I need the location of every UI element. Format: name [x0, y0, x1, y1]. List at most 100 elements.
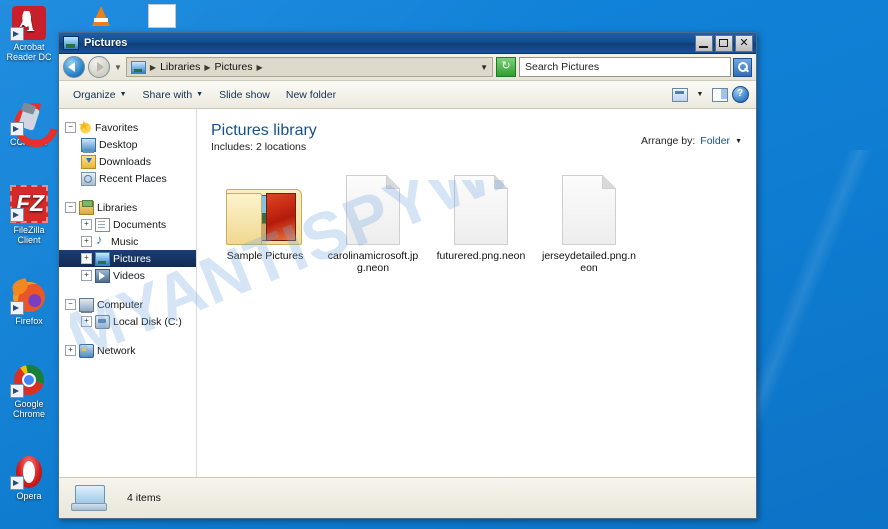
tree-group-favorites[interactable]: − Favorites	[59, 119, 196, 136]
forward-button[interactable]	[88, 56, 110, 78]
breadcrumb-root-icon[interactable]	[130, 60, 146, 74]
tree-label: Downloads	[99, 155, 151, 168]
desktop-icon-label: Firefox	[15, 316, 43, 326]
arrange-by-control[interactable]: Arrange by: Folder ▼	[641, 121, 742, 147]
new-folder-button[interactable]: New folder	[278, 86, 344, 104]
document-icon[interactable]	[148, 4, 176, 28]
desktop-icon-firefox[interactable]: Firefox	[1, 277, 57, 326]
chevron-down-icon: ▼	[735, 137, 742, 145]
ccleaner-icon	[5, 94, 67, 156]
file-item-futurered[interactable]: futurered.png.neon	[427, 167, 535, 274]
maximize-button[interactable]	[715, 34, 733, 52]
folder-tree: − Favorites Desktop Downloads	[59, 119, 196, 359]
address-dropdown-icon[interactable]: ▼	[480, 63, 488, 72]
sidebar-item-downloads[interactable]: Downloads	[59, 153, 196, 170]
breadcrumb-separator: ▶	[256, 62, 263, 72]
library-subtitle: Includes: 2 locations	[211, 141, 307, 153]
sidebar-item-network[interactable]: + Network	[59, 342, 196, 359]
sidebar-item-desktop[interactable]: Desktop	[59, 136, 196, 153]
slide-show-button[interactable]: Slide show	[211, 86, 278, 104]
collapse-icon[interactable]: −	[65, 299, 76, 310]
desktop-icon-acrobat-reader[interactable]: A Acrobat Reader DC	[1, 6, 57, 62]
sidebar-item-pictures[interactable]: + Pictures	[59, 250, 196, 267]
desktop-icon-filezilla[interactable]: FZ FileZilla Client	[1, 185, 57, 245]
expand-icon[interactable]: +	[81, 270, 92, 281]
sidebar-item-music[interactable]: + Music	[59, 233, 196, 250]
tree-group-libraries[interactable]: − Libraries	[59, 199, 196, 216]
new-folder-label: New folder	[285, 88, 337, 101]
minimize-button[interactable]	[695, 34, 713, 52]
organize-button[interactable]: Organize ▼	[65, 86, 135, 104]
library-header: Pictures library Includes: 2 locations A…	[197, 109, 756, 153]
tree-label: Computer	[97, 298, 144, 311]
back-button[interactable]	[63, 56, 85, 78]
tree-label: Recent Places	[99, 172, 167, 185]
window-title: Pictures	[84, 37, 128, 49]
history-dropdown-icon[interactable]: ▼	[114, 63, 122, 72]
tree-label: Desktop	[99, 138, 138, 151]
file-name: jerseydetailed.png.neon	[542, 250, 636, 274]
search-input[interactable]: Search Pictures	[519, 57, 731, 77]
help-button[interactable]: ?	[730, 85, 750, 104]
acrobat-reader-icon: A	[10, 6, 46, 41]
disk-icon	[95, 314, 110, 329]
expand-icon[interactable]: +	[81, 253, 92, 264]
desktop-icon-google-chrome[interactable]: Google Chrome	[1, 363, 57, 419]
sidebar-item-documents[interactable]: + Documents	[59, 216, 196, 233]
close-button[interactable]: ✕	[735, 34, 753, 52]
change-view-icon	[672, 87, 688, 102]
sidebar-item-videos[interactable]: + Videos	[59, 267, 196, 284]
file-grid: Sample Pictures carolinamicrosoft.jpg.ne…	[197, 153, 756, 274]
file-item-carolinamicrosoft[interactable]: carolinamicrosoft.jpg.neon	[319, 167, 427, 274]
opera-icon	[10, 455, 46, 490]
network-icon	[79, 343, 94, 358]
expand-icon[interactable]: +	[65, 345, 76, 356]
breadcrumb[interactable]: ▶ Libraries ▶ Pictures ▶ ▼	[125, 57, 493, 77]
desktop-icon-ccleaner[interactable]: CCleaner	[1, 94, 67, 156]
chevron-down-icon: ▼	[696, 91, 704, 98]
file-icon	[319, 167, 427, 245]
chrome-icon	[10, 363, 46, 398]
file-list-pane[interactable]: Pictures library Includes: 2 locations A…	[197, 109, 756, 477]
file-name: Sample Pictures	[226, 250, 304, 262]
videos-icon	[95, 268, 110, 283]
arrange-by-value[interactable]: Folder	[700, 135, 730, 147]
breadcrumb-item-pictures[interactable]: Pictures	[215, 61, 253, 73]
file-item-sample-pictures[interactable]: Sample Pictures	[211, 167, 319, 274]
filezilla-icon: FZ	[10, 185, 48, 223]
window-title-bar[interactable]: Pictures ✕	[59, 33, 756, 54]
expand-icon[interactable]: +	[81, 236, 92, 247]
desktop-icon-label: Opera	[16, 491, 42, 501]
file-item-jerseydetailed[interactable]: jerseydetailed.png.neon	[535, 167, 643, 274]
tree-group-computer[interactable]: − Computer	[59, 296, 196, 313]
command-bar: Organize ▼ Share with ▼ Slide show New f…	[59, 81, 756, 109]
expand-icon[interactable]: +	[81, 219, 92, 230]
chevron-down-icon: ▼	[119, 91, 127, 98]
folder-icon	[211, 167, 319, 245]
preview-pane-button[interactable]	[710, 85, 730, 104]
vlc-cone-icon[interactable]	[92, 6, 110, 26]
breadcrumb-item-libraries[interactable]: Libraries	[160, 61, 200, 73]
collapse-icon[interactable]: −	[65, 202, 76, 213]
libraries-icon	[79, 199, 94, 215]
firefox-icon	[10, 277, 46, 315]
refresh-button[interactable]: ↻	[496, 57, 516, 77]
desktop-icon-opera[interactable]: Opera	[1, 455, 57, 501]
tree-label: Videos	[113, 269, 145, 282]
search-icon[interactable]	[733, 57, 752, 77]
help-icon: ?	[731, 86, 749, 103]
desktop-icon	[81, 137, 96, 153]
sidebar-item-local-disk[interactable]: + Local Disk (C:)	[59, 313, 196, 330]
tree-label: Favorites	[95, 121, 139, 134]
tree-label: Libraries	[97, 201, 138, 214]
tree-label: Documents	[113, 218, 167, 231]
share-with-button[interactable]: Share with ▼	[135, 86, 212, 104]
collapse-icon[interactable]: −	[65, 122, 76, 133]
change-view-dropdown[interactable]: ▼	[690, 85, 710, 104]
sidebar-item-recent-places[interactable]: Recent Places	[59, 170, 196, 187]
change-view-button[interactable]	[670, 85, 690, 104]
recent-places-icon	[81, 171, 96, 186]
expand-icon[interactable]: +	[81, 316, 92, 327]
